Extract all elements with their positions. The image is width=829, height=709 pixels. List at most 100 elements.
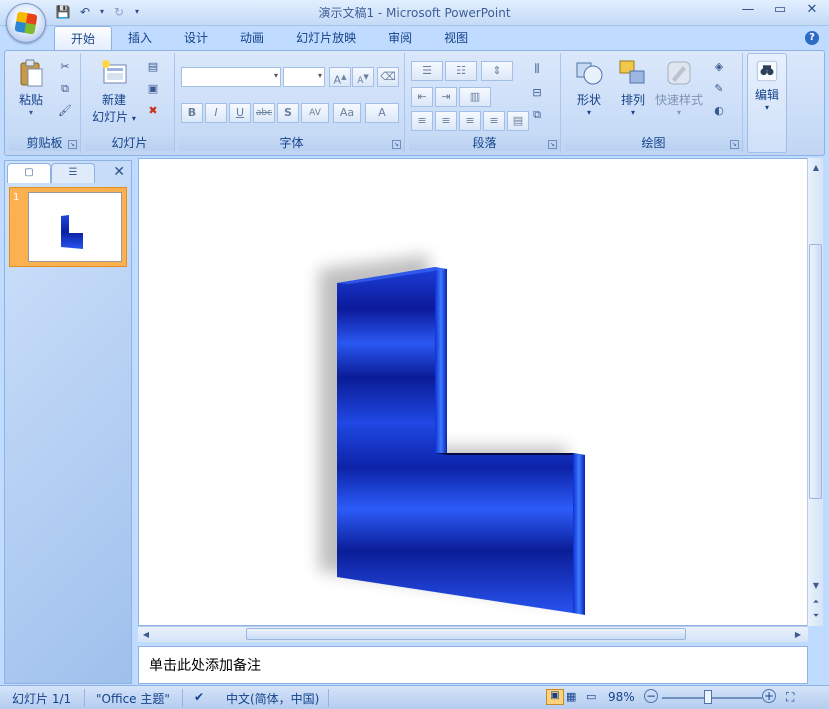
clipboard-group: 粘贴 ▾ ✂ ⧉ 🖌 剪贴板 ↘ [9,53,81,153]
new-slide-label-2: 幻灯片 [92,110,129,124]
numbering-button[interactable]: ☷ [445,61,477,81]
tab-insert[interactable]: 插入 [112,26,168,50]
slides-group-label: 幻灯片 [85,135,174,151]
status-separator [328,689,329,707]
shapes-label: 形状 [576,93,601,107]
tab-design[interactable]: 设计 [168,26,224,50]
shadow-button[interactable]: S [277,103,299,123]
office-button[interactable] [6,3,46,43]
shapes-icon [576,62,603,85]
slideshow-view-icon[interactable]: ▭ [586,690,596,703]
delete-slide-icon[interactable]: ✖ [145,103,161,119]
shapes-button[interactable]: 形状 ▾ [569,57,609,117]
shape-fill-icon[interactable]: ◈ [711,59,727,75]
increase-indent-button[interactable]: ⇥ [435,87,457,107]
clear-format-button[interactable]: ⌫ [377,67,399,87]
next-slide-icon[interactable]: ⏷ [808,608,824,624]
help-icon[interactable]: ? [805,31,819,45]
strikethrough-button[interactable]: abc [253,103,275,123]
tab-animations[interactable]: 动画 [224,26,280,50]
tab-view[interactable]: 视图 [428,26,484,50]
zoom-out-icon[interactable]: − [644,689,658,703]
smartart-icon[interactable]: ⧉ [529,107,545,123]
normal-view-icon[interactable]: ▣ [546,689,564,705]
zoom-level[interactable]: 98% [608,690,635,704]
font-name-combo[interactable]: ▾ [181,67,281,87]
shape-effects-icon[interactable]: ◐ [711,103,727,119]
bullets-button[interactable]: ☰ [411,61,443,81]
scroll-right-icon[interactable]: ▶ [790,627,806,643]
shape-outline-icon[interactable]: ✎ [711,81,727,97]
shrink-font-button[interactable]: A▼ [352,67,374,87]
drawing-group-label: 绘图 [565,135,742,151]
char-spacing-button[interactable]: AV [301,103,329,123]
slide-sorter-view-icon[interactable]: ▦ [566,690,576,703]
font-group: ▾ ▾ A▲ A▼ ⌫ B I U abc S AV Aa A 字体 ↘ [179,53,405,153]
text-direction-icon[interactable]: ⫼ [529,61,545,77]
horizontal-scroll-thumb[interactable] [246,628,686,640]
slide-canvas[interactable] [138,158,808,626]
zoom-in-icon[interactable]: + [762,689,776,703]
paragraph-launcher-icon[interactable]: ↘ [548,140,557,149]
vertical-scroll-thumb[interactable] [809,244,822,499]
align-left-button[interactable]: ≡ [411,111,433,131]
editing-button[interactable]: 编辑 ▾ [750,58,784,112]
status-language: 中文(简体，中国) [226,692,320,706]
tab-home[interactable]: 开始 [54,26,113,50]
maximize-button[interactable]: ▭ [767,2,793,20]
spell-check-icon[interactable]: ✔ [194,690,204,704]
horizontal-scrollbar[interactable]: ◀ ▶ [138,626,808,642]
slide-thumbnail[interactable] [28,192,122,262]
line-spacing-button[interactable]: ⇕ [481,61,513,81]
slide-thumbnail-selected[interactable]: 1 [9,187,127,267]
scroll-down-icon[interactable]: ▼ [808,578,824,594]
status-separator [182,689,183,707]
tab-review[interactable]: 审阅 [372,26,428,50]
format-painter-icon[interactable]: 🖌 [57,103,73,119]
reset-icon[interactable]: ▣ [145,81,161,97]
clipboard-launcher-icon[interactable]: ↘ [68,140,77,149]
italic-button[interactable]: I [205,103,227,123]
underline-button[interactable]: U [229,103,251,123]
fit-slide-icon[interactable]: ⛶ [786,690,794,705]
quick-styles-button[interactable]: 快速样式 ▾ [653,57,705,117]
bold-button[interactable]: B [181,103,203,123]
scroll-up-icon[interactable]: ▲ [808,160,824,176]
outline-tab[interactable]: ☰ [51,163,95,183]
status-separator [84,689,85,707]
zoom-slider-thumb[interactable] [704,690,712,704]
notes-pane[interactable]: 单击此处添加备注 [138,646,808,684]
slides-tab[interactable]: ▢ [7,163,51,183]
copy-icon[interactable]: ⧉ [57,81,73,97]
minimize-button[interactable]: — [735,2,761,20]
font-color-button[interactable]: A [365,103,399,123]
drawing-launcher-icon[interactable]: ↘ [730,140,739,149]
font-launcher-icon[interactable]: ↘ [392,140,401,149]
align-right-button[interactable]: ≡ [459,111,481,131]
font-size-combo[interactable]: ▾ [283,67,325,87]
align-text-icon[interactable]: ⊟ [529,85,545,101]
layout-icon[interactable]: ▤ [145,59,161,75]
l-shape[interactable] [139,159,807,625]
distribute-button[interactable]: ▤ [507,111,529,131]
close-button[interactable]: ✕ [799,2,825,20]
cut-icon[interactable]: ✂ [57,59,73,75]
align-center-button[interactable]: ≡ [435,111,457,131]
arrange-label: 排列 [620,93,645,107]
decrease-indent-button[interactable]: ⇤ [411,87,433,107]
grow-font-button[interactable]: A▲ [329,67,351,87]
paste-button[interactable]: 粘贴 ▾ [13,57,49,117]
zoom-slider[interactable] [662,697,762,699]
pane-close-icon[interactable]: ✕ [113,164,125,180]
arrange-button[interactable]: 排列 ▾ [613,57,653,117]
tab-slideshow[interactable]: 幻灯片放映 [280,26,372,50]
change-case-button[interactable]: Aa [333,103,361,123]
quick-styles-label: 快速样式 [654,93,703,107]
columns-button[interactable]: ▥ [459,87,491,107]
vertical-scrollbar[interactable]: ▲ ▼ ⏶ ⏷ [807,158,823,626]
justify-button[interactable]: ≡ [483,111,505,131]
new-slide-button[interactable]: 新建 幻灯片 ▾ [89,57,139,125]
grow-font-label: A [333,73,342,87]
scroll-left-icon[interactable]: ◀ [138,627,154,643]
paragraph-group: ☰ ☷ ⇕ ⫼ ⇤ ⇥ ▥ ⊟ ≡ ≡ ≡ ≡ ▤ ⧉ 段落 ↘ [409,53,561,153]
